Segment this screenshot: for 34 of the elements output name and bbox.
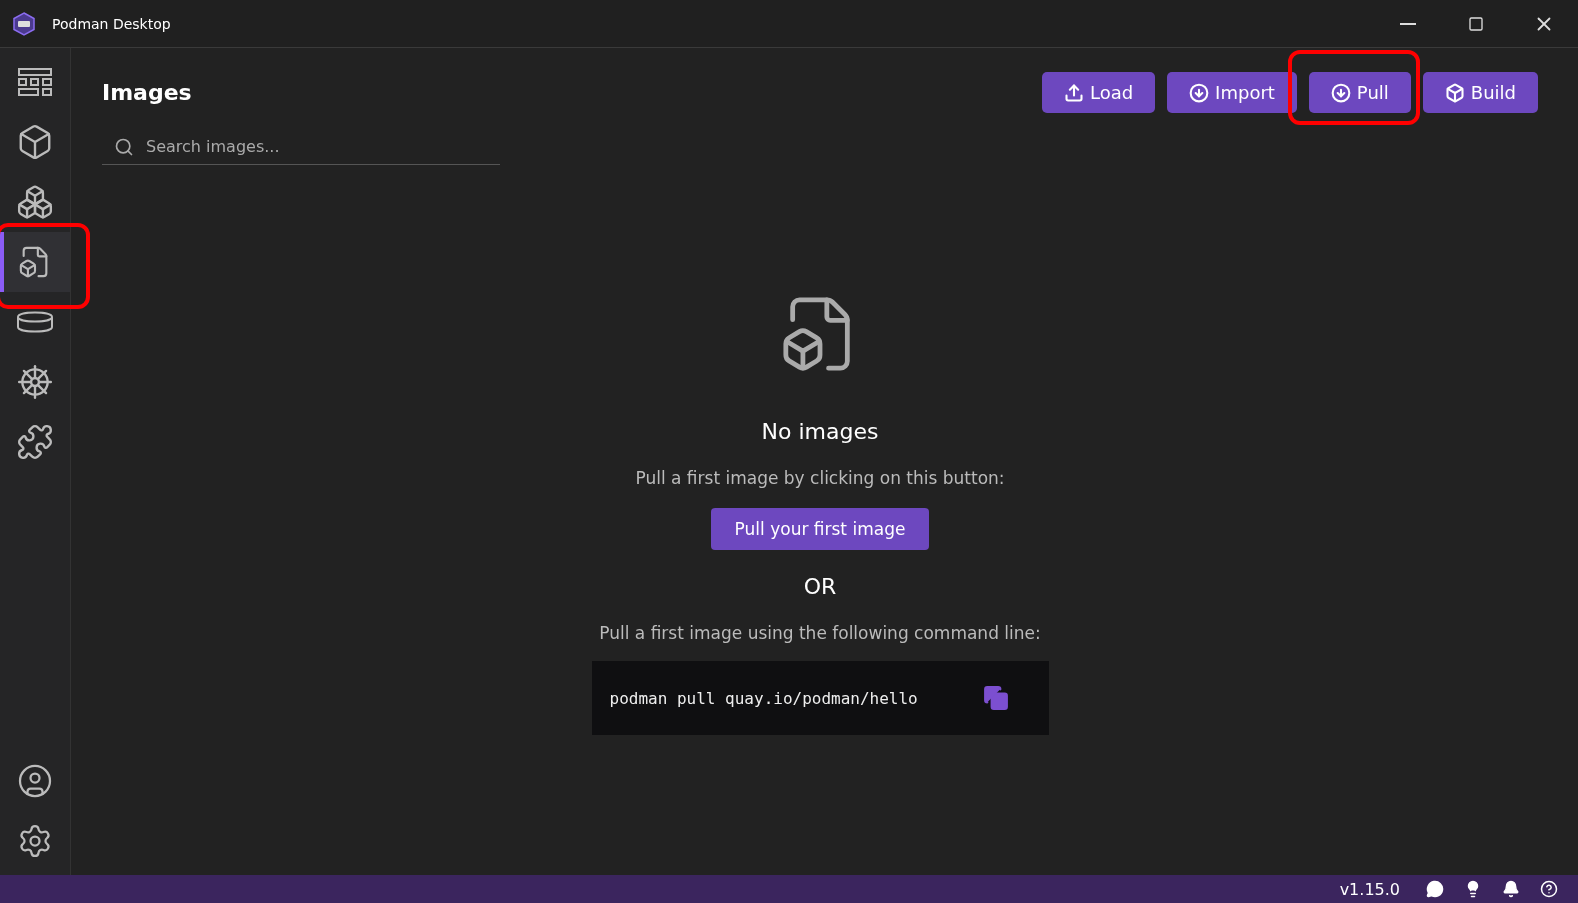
pull-image-button[interactable]: Pull your first image: [710, 508, 930, 550]
ship-wheel-icon: [16, 363, 54, 401]
minimize-icon: [1400, 22, 1416, 25]
dashboard-icon: [17, 67, 53, 97]
search-icon: [114, 136, 134, 157]
user-icon: [17, 763, 53, 799]
download-circle-icon: [1330, 82, 1351, 103]
cylinder-icon: [16, 310, 54, 334]
page-title: Images: [102, 80, 193, 105]
puzzle-icon: [16, 423, 54, 461]
sidebar-item[interactable]: [0, 232, 70, 292]
command-hint: Pull a first image using the following command line:: [599, 623, 1041, 643]
build-button[interactable]: Build: [1422, 72, 1538, 113]
version-label: v1.15.0: [1339, 879, 1400, 899]
separator-text: OR: [803, 574, 837, 599]
import-button[interactable]: Import: [1167, 72, 1297, 113]
upload-icon: [1063, 82, 1084, 103]
help-icon[interactable]: [1540, 880, 1558, 898]
empty-state-title: No images: [761, 419, 879, 444]
maximize-icon: [1468, 15, 1484, 32]
settings-icon: [17, 823, 53, 859]
command-text: podman pull quay.io/podman/hello: [609, 688, 918, 708]
copy-button[interactable]: [982, 685, 1009, 711]
pull-button[interactable]: Pull: [1308, 72, 1411, 113]
bell-icon[interactable]: [1502, 880, 1520, 898]
app-logo-icon: [12, 11, 36, 36]
empty-state-hint: Pull a first image by clicking on this button:: [635, 468, 1005, 488]
window-title: Podman Desktop: [52, 15, 171, 32]
search-field[interactable]: Search images...: [144, 136, 500, 157]
stacked-cubes-icon: [16, 183, 54, 221]
chat-icon[interactable]: [1426, 880, 1444, 898]
download-circle-icon: [1189, 82, 1210, 103]
load-button[interactable]: Load: [1041, 72, 1156, 113]
cube-icon: [1444, 82, 1465, 103]
